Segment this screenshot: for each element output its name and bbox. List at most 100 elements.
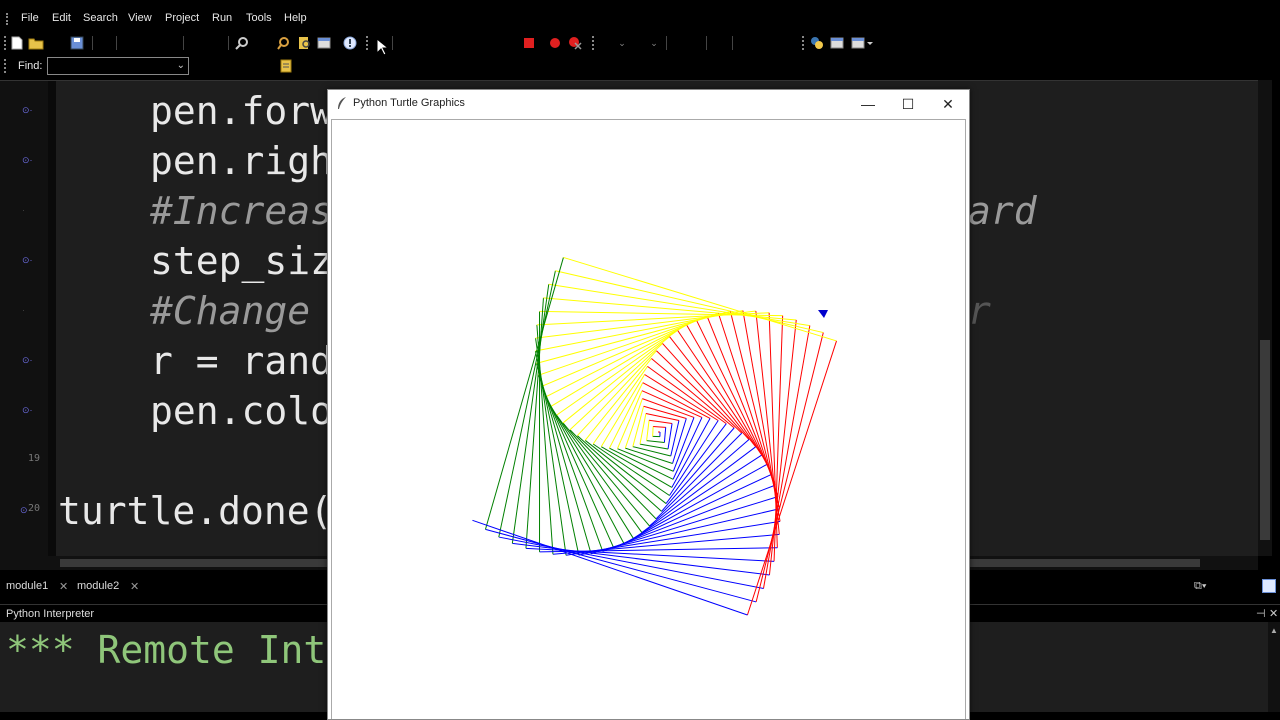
fold-column [48,81,56,557]
spiral-segment [592,366,648,445]
spiral-segment [538,312,719,376]
menu-help[interactable]: Help [284,12,307,24]
code-line-2: pen.righ [150,139,334,183]
close-icon[interactable]: ✕ [59,580,68,593]
find-in-files-icon[interactable] [296,35,312,51]
layout-icon[interactable] [829,35,845,51]
menu-view[interactable]: View [128,12,152,24]
spiral-segment [577,435,662,512]
menu-search[interactable]: Search [83,12,118,24]
spiral-segment [602,484,776,552]
find-input[interactable]: ⌄ [47,57,189,75]
spiral-segment [577,350,657,436]
fold-marker-icon[interactable]: ⊙· [22,255,33,266]
turtle-canvas[interactable] [331,119,966,719]
spiral-segment [649,419,673,424]
feather-icon [336,96,348,115]
spiral-segment [656,350,743,434]
toolbar-grip[interactable] [4,36,6,50]
interpreter-scrollbar[interactable]: ▲ [1268,622,1280,712]
panel-icon[interactable] [1262,579,1276,593]
menu-project[interactable]: Project [165,12,199,24]
fold-marker-icon[interactable]: ⊙· [22,155,33,166]
fold-dot: · [22,305,25,315]
code-line-6: r = rand [150,339,334,383]
fold-dot: · [22,205,25,215]
toolbar-separator [92,36,93,50]
spiral-segment [695,319,773,475]
code-line-3-comment: #Increas [150,189,334,233]
toolbar-separator [392,36,393,50]
spiral-segment [633,454,763,539]
vertical-scrollbar[interactable] [1258,80,1272,556]
toolbar-separator [666,36,667,50]
toolbar-separator [228,36,229,50]
spiral-segment [548,283,810,327]
breakpoint-icon[interactable] [547,35,563,51]
code-line-5-comment-tail: r [968,289,991,333]
turtle-window-title: Python Turtle Graphics [353,97,465,109]
spiral-segment [545,396,625,544]
find-options-icon[interactable] [278,58,294,74]
fold-marker-icon[interactable]: ⊙· [22,355,33,366]
turtle-window[interactable]: Python Turtle Graphics — ☐ ✕ [327,89,970,720]
findbar-grip[interactable] [4,59,6,73]
fold-marker-icon[interactable]: ⊙ [20,505,28,516]
menu-file[interactable]: File [21,12,39,24]
info-icon[interactable] [342,35,358,51]
pin-icon[interactable]: ⊣ [1256,607,1266,620]
scroll-thumb[interactable] [1260,340,1270,540]
close-button[interactable]: ✕ [928,93,968,115]
spiral-segment [646,420,650,441]
window-list-icon[interactable]: ⧉▾ [1194,580,1206,593]
line-number: 19 [28,453,41,464]
spiral-segment [538,375,604,552]
new-file-icon[interactable] [9,35,25,51]
spiral-segment [639,443,669,450]
interpreter-output: *** Remote Int [6,628,327,672]
spiral-segment [746,340,837,616]
menu-edit[interactable]: Edit [52,12,71,24]
toolbar-grip[interactable] [802,36,804,50]
tab-module1[interactable]: module1 [6,580,48,592]
fold-marker-icon[interactable]: ⊙· [22,105,33,116]
code-line-7: pen.colo [150,389,334,433]
line-gutter: ⊙· ⊙· · ⊙· · ⊙· ⊙· 19 ⊙ 20 [0,81,48,557]
menu-grip[interactable] [6,13,8,25]
stop-icon[interactable] [521,35,537,51]
toolbar-grip[interactable] [592,36,594,50]
chevron-down-icon[interactable]: ⌄ [614,35,630,51]
code-line-5-comment: #Change [150,289,334,333]
layout-menu-icon[interactable] [850,35,874,51]
close-icon[interactable]: ✕ [1269,607,1278,620]
chevron-down-icon[interactable]: ⌄ [177,60,185,71]
spiral-segment [550,324,687,407]
line-number: 20 [28,503,41,514]
scroll-up-icon[interactable]: ▲ [1270,626,1278,635]
interpreter-title: Python Interpreter [6,608,95,620]
menu-run[interactable]: Run [212,12,232,24]
clear-breakpoints-icon[interactable] [567,35,583,51]
tab-module2[interactable]: module2 [77,580,119,592]
code-line-3-comment-tail: ard [968,189,1037,233]
spiral-segment [646,440,665,444]
python-icon[interactable] [809,35,825,51]
maximize-button[interactable]: ☐ [888,93,928,115]
fold-marker-icon[interactable]: ⊙· [22,405,33,416]
menu-tools[interactable]: Tools [246,12,272,24]
chevron-down-icon[interactable]: ⌄ [646,35,662,51]
find-next-icon[interactable] [276,35,292,51]
window-icon[interactable] [316,35,332,51]
turtle-titlebar[interactable]: Python Turtle Graphics — ☐ ✕ [328,90,969,118]
find-bar: Find: ⌄ [0,56,1280,78]
open-folder-icon[interactable] [28,35,44,51]
save-all-icon[interactable] [69,35,85,51]
spiral-segment [663,427,667,443]
minimize-button[interactable]: — [848,93,888,115]
close-icon[interactable]: ✕ [130,580,139,593]
search-icon[interactable] [234,35,250,51]
spiral-segment [641,390,703,418]
toolbar-grip[interactable] [366,36,368,50]
code-line-9: turtle.done( [58,489,333,533]
spiral-segment [644,374,719,421]
